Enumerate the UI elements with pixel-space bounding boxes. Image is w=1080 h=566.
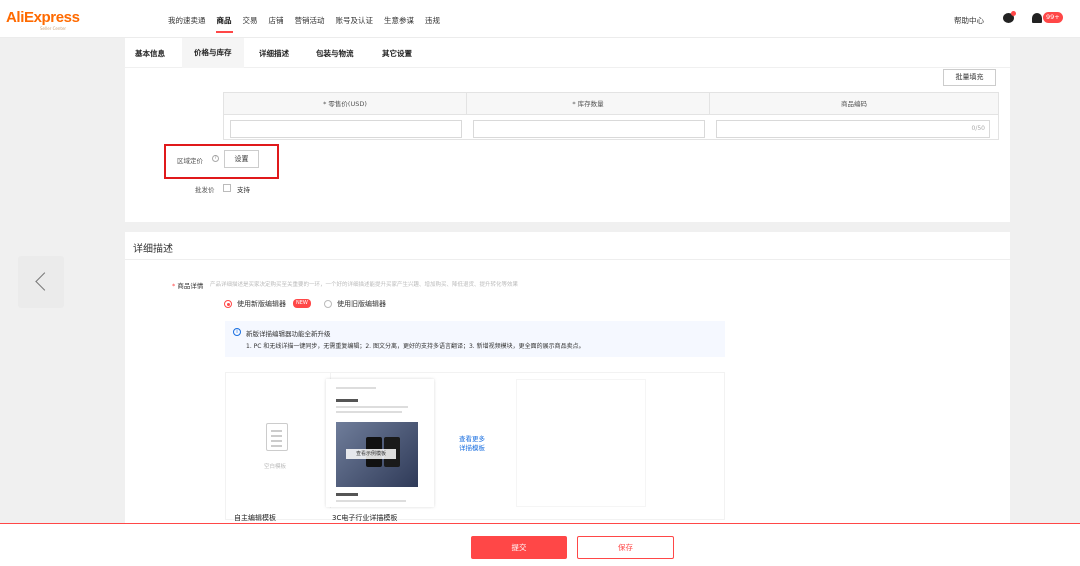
sku-table-header: * 零售价(USD) * 库存数量 商品编码 — [224, 93, 998, 115]
tab-price-stock[interactable]: 价格与库存 — [182, 38, 244, 68]
notification-badge: 99+ — [1043, 12, 1063, 23]
column-stock-quantity: * 库存数量 — [467, 93, 710, 115]
chevron-left-icon[interactable] — [18, 256, 64, 308]
preview-text-line — [336, 387, 376, 389]
price-stock-card: 基本信息 价格与库存 详细描述 包装与物流 其它设置 批量填充 * 零售价(US… — [125, 38, 1010, 222]
blank-template-card[interactable]: 空白模板 — [226, 373, 331, 508]
section-title: 详细描述 — [133, 244, 173, 255]
tab-packaging-logistics[interactable]: 包装与物流 — [316, 48, 354, 59]
submit-button[interactable]: 提交 — [471, 536, 567, 559]
retail-price-input[interactable] — [230, 120, 462, 138]
required-mark: * — [172, 282, 176, 290]
nav-item-violations[interactable]: 违规 — [425, 15, 440, 26]
stock-quantity-input[interactable] — [473, 120, 705, 138]
bottom-action-bar: 提交 保存 — [0, 523, 1080, 566]
more-templates-line-1: 查看更多 — [459, 435, 485, 443]
aliexpress-logo[interactable]: AliExpress — [6, 9, 80, 26]
nav-item-marketing[interactable]: 营销活动 — [295, 15, 325, 26]
new-editor-label[interactable]: 使用新版编辑器 — [237, 299, 286, 309]
preview-heading — [336, 493, 358, 496]
detail-description-card: 详细描述 * 商品详情 产品详细描述是买家决定购买至关重要的一环，一个好的详细描… — [125, 232, 1010, 527]
preview-text-line — [336, 411, 402, 413]
nav-item-products[interactable]: 商品 — [215, 15, 233, 33]
electronics-template-label: 3C电子行业详描模板 — [332, 514, 398, 522]
wholesale-price-label: 批发价 — [195, 186, 215, 194]
column-product-code: 商品编码 — [841, 100, 867, 108]
old-editor-label[interactable]: 使用旧版编辑器 — [337, 299, 386, 309]
new-editor-radio[interactable] — [224, 300, 232, 308]
product-code-counter: 0/50 — [971, 125, 985, 132]
preview-heading — [336, 399, 358, 402]
nav-item-transactions[interactable]: 交易 — [243, 15, 258, 26]
top-navigation-bar: AliExpress Seller Center 我的速卖通 商品 交易 店铺 … — [0, 0, 1080, 38]
save-button[interactable]: 保存 — [577, 536, 674, 559]
blank-template-caption: 空白模板 — [264, 464, 287, 470]
notice-title: 新版详描编辑器功能全新升级 — [246, 330, 331, 338]
electronics-template-preview[interactable]: 查看示例模板 — [326, 379, 434, 507]
template-area: 空白模板 查看示例模板 查看更多 详描模板 自主编辑模板 3C电子行业详描模板 — [225, 372, 725, 522]
wholesale-support-label[interactable]: 支持 — [237, 184, 250, 194]
nav-item-my-aliexpress[interactable]: 我的速卖通 — [168, 15, 206, 26]
sku-table: * 零售价(USD) * 库存数量 商品编码 0/50 — [223, 92, 999, 140]
batch-fill-button[interactable]: 批量填充 — [943, 69, 996, 86]
bell-icon[interactable] — [1032, 13, 1042, 23]
self-edit-template-label: 自主编辑模板 — [234, 514, 276, 522]
message-icon[interactable] — [1003, 11, 1016, 23]
logo-subtitle: Seller Center — [40, 26, 67, 31]
nav-item-account[interactable]: 账号及认证 — [336, 15, 374, 26]
form-tabs: 基本信息 价格与库存 详细描述 包装与物流 其它设置 — [125, 38, 1010, 68]
product-detail-label: * 商品详情 — [172, 280, 203, 290]
notice-text: 1. PC 和无线详描一键同步，无需重复编辑；2. 图文分离，更好的支持多语言翻… — [246, 343, 585, 350]
info-icon: i — [233, 328, 241, 336]
template-placeholder — [516, 379, 646, 507]
nav-item-business-advisor[interactable]: 生意参谋 — [384, 15, 414, 26]
preview-overlay-text: 查看示例模板 — [346, 449, 396, 459]
help-center-link[interactable]: 帮助中心 — [954, 15, 984, 26]
more-templates-line-2: 详描模板 — [459, 444, 485, 452]
nav-item-store[interactable]: 店铺 — [269, 15, 284, 26]
wholesale-checkbox[interactable] — [223, 184, 231, 192]
tab-other-settings[interactable]: 其它设置 — [382, 48, 412, 59]
editor-upgrade-notice: i 新版详描编辑器功能全新升级 1. PC 和无线详描一键同步，无需重复编辑；2… — [225, 321, 725, 357]
preview-text-line — [336, 500, 406, 502]
old-editor-radio[interactable] — [324, 300, 332, 308]
main-nav: 我的速卖通 商品 交易 店铺 营销活动 账号及认证 生意参谋 违规 — [168, 15, 440, 33]
new-badge: NEW — [293, 299, 311, 308]
document-icon — [266, 423, 288, 451]
tab-basic-info[interactable]: 基本信息 — [135, 48, 165, 59]
product-detail-hint: 产品详细描述是买家决定购买至关重要的一环，一个好的详细描述能提升买家产生兴趣、增… — [210, 282, 519, 288]
highlight-box — [164, 144, 279, 179]
product-detail-label-text: 商品详情 — [177, 282, 204, 290]
more-templates-link[interactable]: 查看更多 详描模板 — [459, 435, 485, 453]
product-code-input[interactable]: 0/50 — [716, 120, 990, 138]
preview-text-line — [336, 406, 408, 408]
tab-detail-description[interactable]: 详细描述 — [259, 48, 289, 59]
section-divider — [125, 259, 1010, 260]
column-retail-price: * 零售价(USD) — [224, 93, 467, 115]
